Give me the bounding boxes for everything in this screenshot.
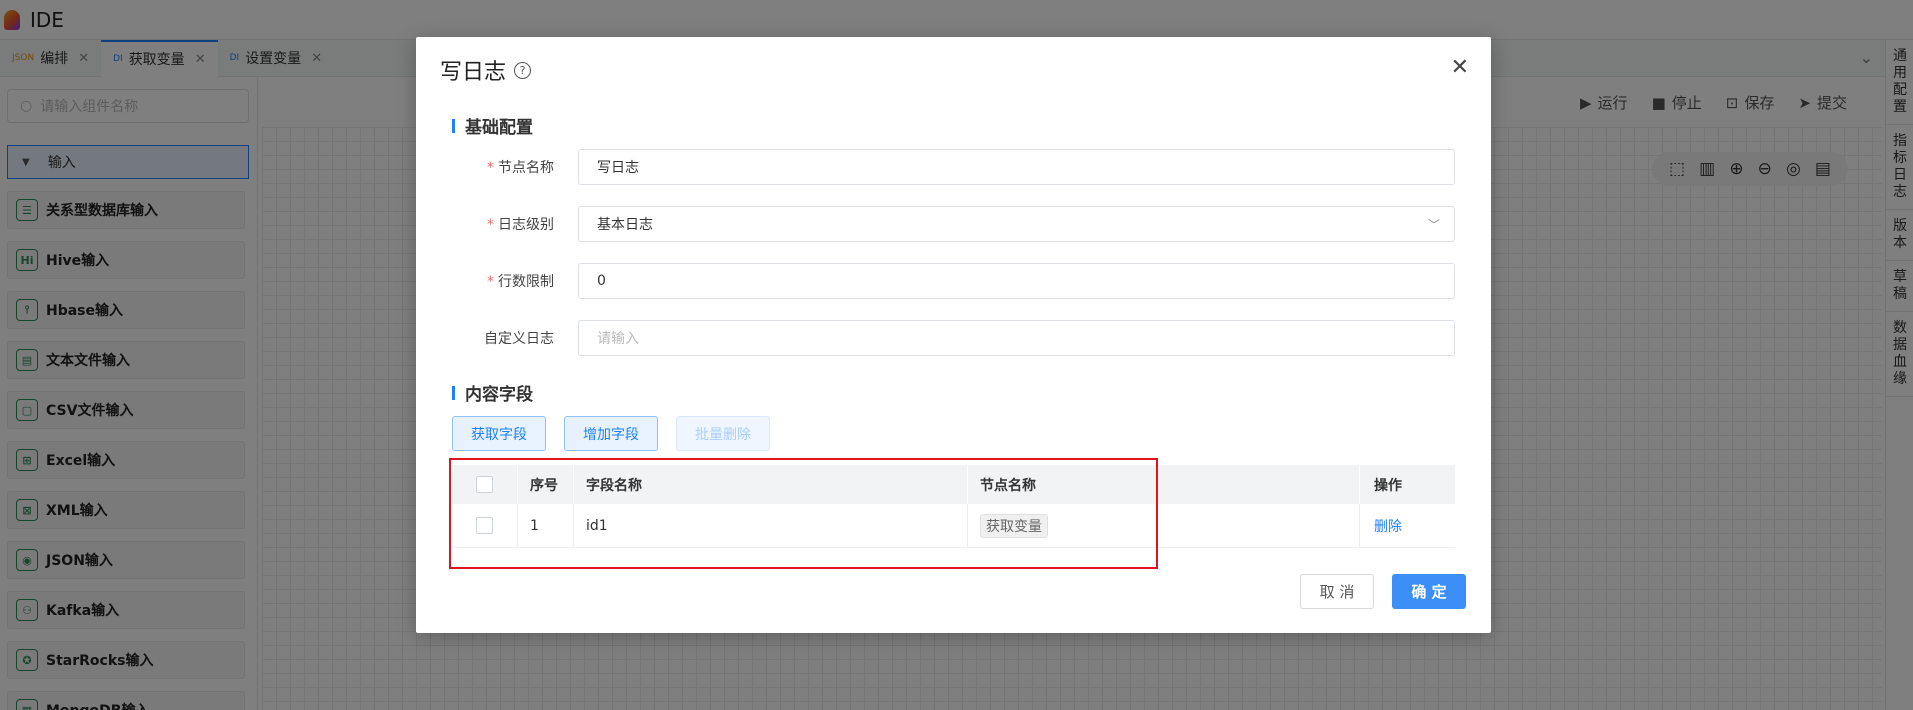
cell-action: 删除 [1360,504,1455,547]
dialog-title: 写日志 ? [440,54,532,86]
row-limit-label: * 行数限制 [487,274,554,290]
chevron-down-icon: ﹀ [1427,218,1440,232]
section-content-fields: 内容字段 [452,380,533,405]
log-level-select[interactable]: 基本日志 ﹀ [578,206,1455,242]
custom-log-row: 自定义日志 请输入 [452,320,1455,356]
node-name-row: * 节点名称 写日志 [452,149,1455,185]
field-actions: 获取字段 增加字段 批量删除 [452,416,770,451]
row-limit-row: * 行数限制 0 [452,263,1455,299]
row-limit-input[interactable]: 0 [578,263,1455,299]
section-marker [452,385,455,400]
ok-button[interactable]: 确 定 [1392,574,1466,609]
delete-link[interactable]: 删除 [1374,516,1402,536]
section-title-text: 基础配置 [465,118,533,138]
custom-log-label: 自定义日志 [484,331,554,347]
cancel-button[interactable]: 取 消 [1300,574,1374,609]
node-name-label: * 节点名称 [487,160,554,176]
log-level-row: * 日志级别 基本日志 ﹀ [452,206,1455,242]
dialog-title-text: 写日志 [440,60,507,85]
log-level-value: 基本日志 [597,217,653,233]
close-icon[interactable]: ✕ [1451,55,1469,80]
batch-delete-button[interactable]: 批量删除 [676,416,770,451]
get-fields-button[interactable]: 获取字段 [452,416,546,451]
help-icon[interactable]: ? [514,61,532,79]
dialog-footer: 取 消 确 定 [1300,574,1466,609]
node-name-input[interactable]: 写日志 [578,149,1455,185]
section-title-text: 内容字段 [465,385,533,405]
custom-log-input[interactable]: 请输入 [578,320,1455,356]
annotation-highlight-box [449,458,1158,569]
header-action: 操作 [1374,477,1402,494]
log-level-label: * 日志级别 [487,217,554,233]
section-marker [452,118,455,133]
section-basic-config: 基础配置 [452,113,533,138]
add-field-button[interactable]: 增加字段 [564,416,658,451]
